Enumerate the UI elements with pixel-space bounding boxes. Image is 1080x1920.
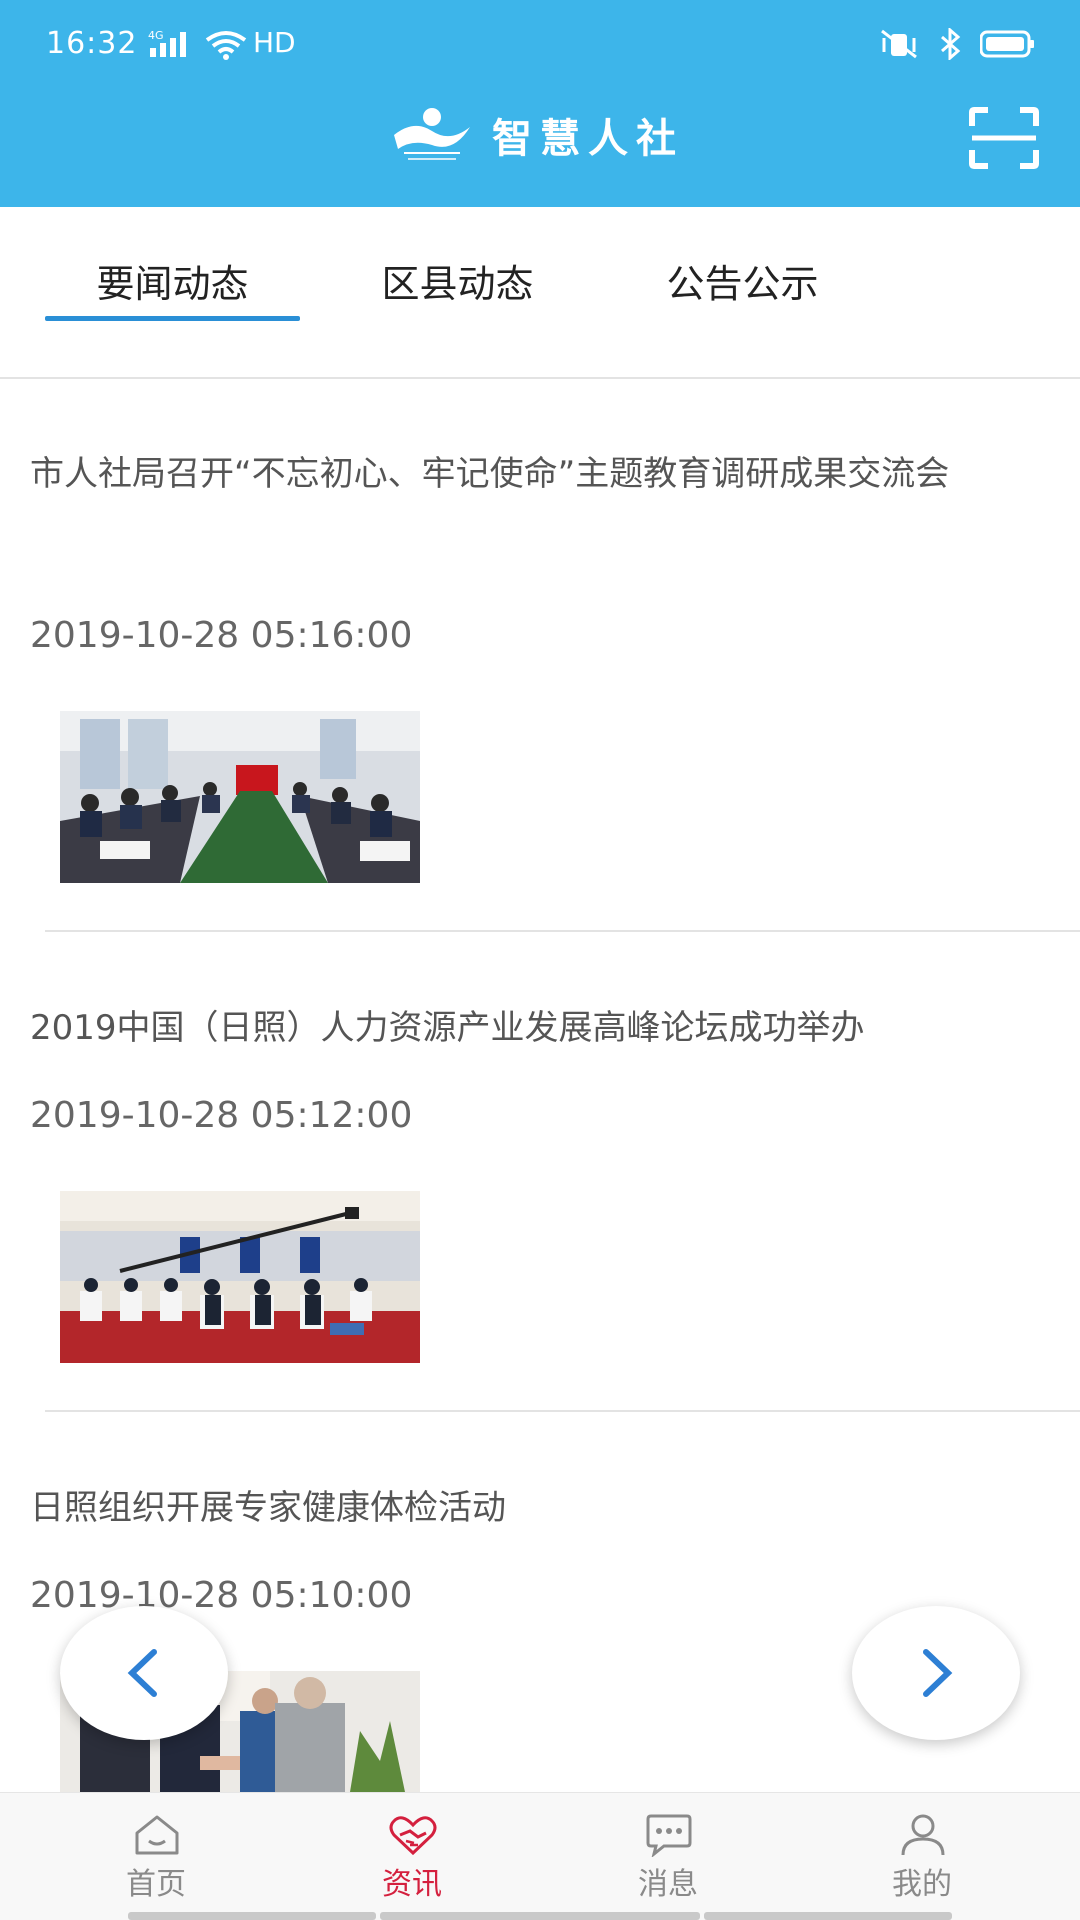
tab-label: 要闻动态: [96, 262, 249, 306]
gesture-bar-center: [380, 1912, 700, 1920]
news-title: 2019中国（日照）人力资源产业发展高峰论坛成功举办: [30, 1008, 865, 1048]
tab-news-updates[interactable]: 要闻动态: [45, 253, 300, 371]
top-header: 16:32 4G HD 智慧人社: [0, 0, 1080, 207]
tab-label: 公告公示: [666, 262, 819, 306]
news-thumbnail: [60, 711, 420, 883]
battery-icon: [980, 30, 1034, 58]
app-screen: 16:32 4G HD 智慧人社 要闻动态 区县动态 公告公示 市人社局召开“不…: [0, 0, 1080, 1920]
nav-label: 首页: [126, 1867, 186, 1902]
meeting-room-image: [60, 711, 420, 883]
vibrate-mute-icon: [881, 29, 917, 59]
news-title: 日照组织开展专家健康体检活动: [30, 1488, 506, 1528]
previous-button[interactable]: [60, 1606, 228, 1740]
scan-icon: [969, 107, 1039, 169]
bottom-nav: 首页 资讯 消息 我的: [0, 1792, 1080, 1920]
news-date: 2019-10-28 05:10:00: [30, 1575, 413, 1616]
news-title: 市人社局召开“不忘初心、牢记使命”主题教育调研成果交流会: [30, 454, 950, 494]
scan-button[interactable]: [968, 106, 1040, 170]
status-right-icons: [878, 28, 1036, 60]
active-tab-indicator: [45, 316, 300, 321]
message-icon: [646, 1814, 692, 1857]
tab-label: 区县动态: [381, 262, 534, 306]
chevron-right-icon: [923, 1649, 953, 1697]
signal-icon: 4G: [148, 28, 200, 62]
news-date: 2019-10-28 05:16:00: [30, 615, 413, 656]
wifi-icon: [205, 30, 247, 64]
gesture-bar-right: [704, 1912, 952, 1920]
nav-item-home[interactable]: 首页: [56, 1793, 256, 1911]
bluetooth-icon: [941, 28, 961, 60]
heart-hands-icon: [389, 1816, 437, 1856]
nav-item-profile[interactable]: 我的: [822, 1793, 1022, 1911]
tab-announcements[interactable]: 公告公示: [615, 253, 870, 371]
next-button[interactable]: [852, 1606, 1020, 1740]
gesture-bar-left: [128, 1912, 376, 1920]
app-logo: 智慧人社: [390, 100, 684, 170]
news-date: 2019-10-28 05:12:00: [30, 1095, 413, 1136]
nav-item-messages[interactable]: 消息: [568, 1793, 768, 1911]
category-tabs: 要闻动态 区县动态 公告公示: [0, 207, 1080, 379]
item-divider: [45, 1410, 1080, 1412]
hd-indicator: HD: [253, 26, 296, 59]
item-divider: [45, 930, 1080, 932]
conference-hall-image: [60, 1191, 420, 1363]
tab-county-updates[interactable]: 区县动态: [330, 253, 585, 371]
chevron-left-icon: [127, 1649, 157, 1697]
news-thumbnail: [60, 1191, 420, 1363]
user-icon: [901, 1814, 945, 1856]
nav-label: 消息: [638, 1867, 698, 1902]
app-title: 智慧人社: [492, 116, 684, 162]
status-time: 16:32: [46, 26, 138, 61]
nav-item-news[interactable]: 资讯: [312, 1793, 512, 1911]
home-icon: [135, 1815, 179, 1855]
nav-label: 我的: [892, 1867, 952, 1902]
logo-emblem-icon: [394, 108, 470, 160]
nav-label: 资讯: [382, 1867, 442, 1902]
network-type: 4G: [148, 29, 164, 42]
status-bar: 16:32 4G HD: [0, 0, 1080, 88]
